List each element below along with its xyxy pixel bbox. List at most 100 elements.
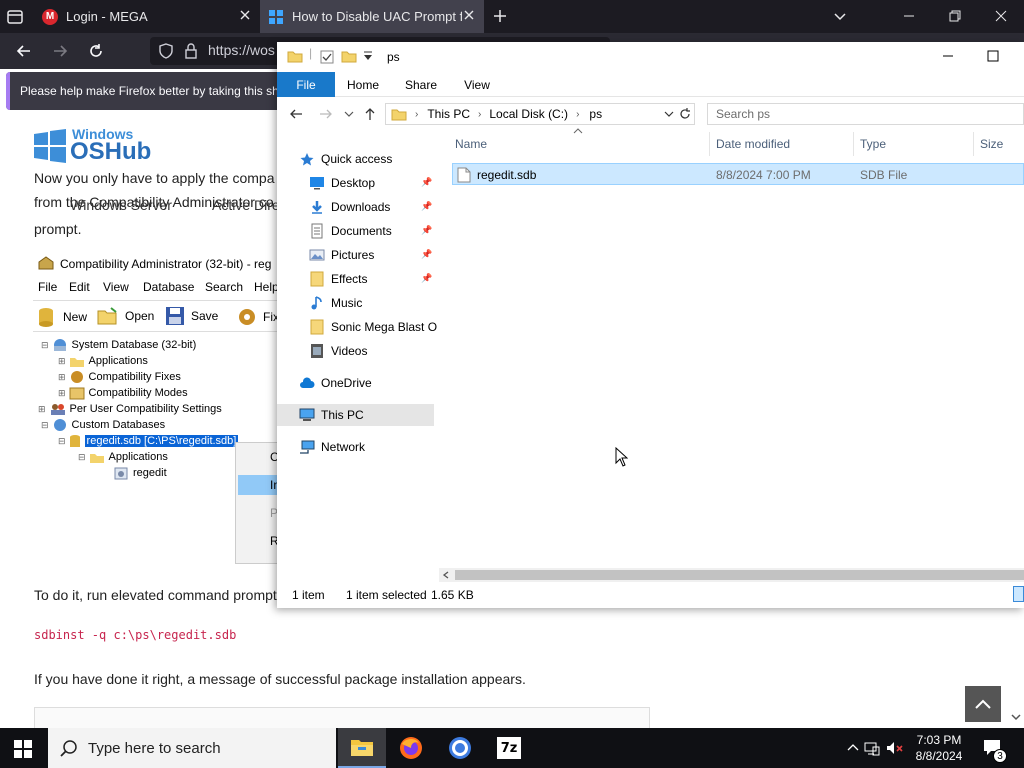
menu-search: Search	[205, 280, 244, 294]
column-size[interactable]: Size	[980, 137, 1003, 151]
status-size: 1.65 KB	[431, 588, 474, 602]
details-view-icon[interactable]	[1013, 586, 1024, 602]
scroll-to-top-button[interactable]	[965, 686, 1001, 722]
tab-login-mega[interactable]: M Login - MEGA	[32, 0, 260, 33]
taskbar-search-box[interactable]: Type here to search	[48, 728, 336, 768]
tree-item: ⊞ Compatibility Fixes	[58, 371, 181, 383]
scrollbar-thumb[interactable]	[455, 570, 1024, 580]
tab-list-icon[interactable]	[6, 8, 24, 26]
column-name[interactable]: Name	[455, 137, 487, 151]
file-explorer-window: | ps File Home Share View › This PC › Lo…	[277, 42, 1024, 608]
nav-videos[interactable]: Videos	[309, 340, 367, 362]
network-icon	[299, 439, 315, 455]
new-tab-icon[interactable]	[492, 8, 508, 24]
back-icon[interactable]	[15, 42, 33, 60]
forward-icon[interactable]	[319, 107, 333, 121]
firefox-survey-notification[interactable]: Please help make Firefox better by takin…	[6, 72, 306, 110]
nav-effects[interactable]: Effects 📌	[309, 268, 432, 290]
windows-favicon-icon	[268, 9, 284, 25]
reload-icon[interactable]	[87, 42, 105, 60]
close-window-icon[interactable]	[994, 9, 1008, 23]
clock-time[interactable]: 7:03 PM	[913, 733, 965, 747]
tree-item: ⊟ Custom Databases	[41, 419, 166, 431]
mouse-cursor-icon	[615, 447, 628, 467]
tab-share[interactable]: Share	[399, 72, 443, 97]
taskbar-file-explorer[interactable]	[338, 728, 386, 768]
properties-icon[interactable]	[319, 49, 335, 65]
address-dropdown-icon[interactable]	[664, 109, 674, 119]
taskbar-7zip[interactable]: 7z	[485, 728, 533, 768]
cloud-icon	[299, 375, 315, 391]
column-date-modified[interactable]: Date modified	[716, 137, 790, 151]
network-tray-icon[interactable]	[864, 740, 880, 756]
horizontal-scrollbar[interactable]	[439, 568, 1024, 582]
back-icon[interactable]	[289, 107, 303, 121]
folder-icon	[309, 271, 325, 287]
site-nav-active-directory[interactable]: Active Dire	[212, 197, 280, 213]
taskbar-chrome[interactable]	[436, 728, 484, 768]
close-tab-icon[interactable]	[238, 8, 252, 22]
tab-title: How to Disable UAC Prompt for	[292, 9, 462, 24]
nav-downloads[interactable]: Downloads 📌	[309, 196, 432, 218]
minimize-icon[interactable]	[942, 50, 954, 62]
article-text: Now you only have to apply the compa	[34, 170, 275, 186]
tab-home[interactable]: Home	[341, 72, 385, 97]
browser-tab-bar: M Login - MEGA How to Disable UAC Prompt…	[0, 0, 1024, 33]
open-button: Open	[97, 306, 154, 326]
maximize-icon[interactable]	[987, 50, 999, 62]
restore-icon[interactable]	[948, 9, 962, 23]
breadcrumb-local-disk[interactable]: Local Disk (C:)	[489, 107, 568, 121]
nav-desktop[interactable]: Desktop 📌	[309, 172, 432, 194]
column-type[interactable]: Type	[860, 137, 886, 151]
mega-favicon-icon: M	[42, 8, 58, 25]
lock-icon[interactable]	[184, 43, 198, 59]
forward-icon[interactable]	[51, 42, 69, 60]
windows-start-icon[interactable]	[14, 740, 32, 758]
refresh-icon[interactable]	[678, 107, 692, 121]
site-nav-windows-server[interactable]: Windows Server	[70, 197, 172, 213]
nav-music[interactable]: Music	[309, 292, 362, 314]
pin-icon: 📌	[421, 273, 433, 283]
tab-file[interactable]: File	[277, 72, 335, 97]
tree-item: regedit	[113, 466, 167, 480]
nav-sonic-mega-blast[interactable]: Sonic Mega Blast O	[309, 316, 437, 338]
picture-icon	[309, 247, 325, 263]
taskbar-firefox[interactable]	[387, 728, 435, 768]
recent-locations-icon[interactable]	[344, 110, 354, 118]
quick-access-toolbar-dropdown-icon[interactable]	[363, 50, 373, 62]
up-icon[interactable]	[363, 107, 377, 121]
save-button: Save	[165, 306, 218, 326]
firefox-icon	[400, 737, 422, 759]
tree-item: ⊟ Applications	[78, 451, 168, 463]
volume-muted-icon[interactable]	[886, 740, 904, 756]
file-row[interactable]: regedit.sdb 8/8/2024 7:00 PM SDB File	[452, 163, 1024, 185]
scroll-left-icon[interactable]	[442, 571, 450, 579]
compat-title: Compatibility Administrator (32-bit) - r…	[60, 257, 272, 271]
close-tab-icon[interactable]	[462, 8, 476, 22]
nav-quick-access[interactable]: Quick access	[299, 148, 392, 170]
breadcrumb-ps[interactable]: ps	[589, 107, 602, 121]
tree-item-selected: ⊟ regedit.sdb [C:\PS\regedit.sdb]	[58, 435, 239, 447]
nav-onedrive[interactable]: OneDrive	[299, 372, 372, 394]
breadcrumb-separator-icon: ›	[478, 108, 482, 120]
nav-documents[interactable]: Documents 📌	[309, 220, 432, 242]
search-input[interactable]: Search ps	[707, 103, 1024, 125]
breadcrumb-this-pc[interactable]: This PC	[427, 107, 470, 121]
minimize-icon[interactable]	[902, 9, 916, 23]
nav-pictures[interactable]: Pictures 📌	[309, 244, 432, 266]
pin-icon: 📌	[421, 225, 433, 235]
nav-network[interactable]: Network	[299, 436, 365, 458]
tab-uac-article[interactable]: How to Disable UAC Prompt for	[260, 0, 484, 33]
address-bar[interactable]: › This PC › Local Disk (C:) › ps	[385, 103, 695, 125]
new-folder-icon[interactable]	[341, 49, 357, 63]
clock-date[interactable]: 8/8/2024	[913, 749, 965, 763]
pin-icon: 📌	[421, 249, 433, 259]
show-hidden-icons-chevron-icon[interactable]	[847, 742, 859, 752]
tab-view[interactable]: View	[455, 72, 499, 97]
nav-this-pc[interactable]: This PC	[299, 404, 364, 426]
logo-text-oshub: OSHub	[70, 138, 152, 165]
chevron-down-icon[interactable]	[833, 9, 847, 23]
new-label: New	[63, 310, 88, 324]
shield-icon[interactable]	[158, 43, 174, 59]
page-scroll-down-icon[interactable]	[1011, 712, 1021, 722]
